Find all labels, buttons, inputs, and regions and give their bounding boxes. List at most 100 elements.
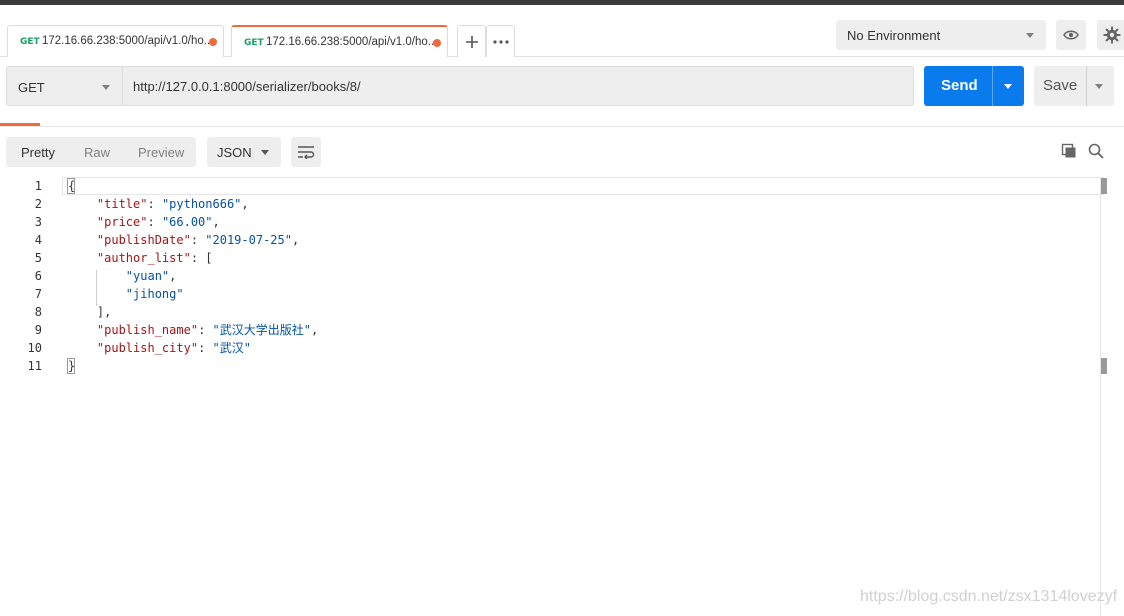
line-number: 1 [34, 179, 42, 193]
request-url-input[interactable]: http://127.0.0.1:8000/serializer/books/8… [122, 66, 914, 106]
more-tabs-button[interactable] [486, 25, 515, 57]
json-key: "author_list" [96, 251, 191, 265]
settings-button[interactable] [1097, 20, 1124, 50]
http-method-select[interactable]: GET [6, 66, 123, 106]
editor-scrollbar[interactable] [1100, 177, 1112, 616]
json-punctuation [68, 269, 126, 283]
gear-icon [1103, 26, 1121, 44]
json-string: "jihong" [125, 287, 184, 301]
environment-select[interactable]: No Environment [836, 20, 1046, 50]
line-number: 5 [34, 251, 42, 265]
code-line: 1{ [0, 177, 1100, 195]
json-punctuation: , [310, 323, 319, 337]
json-punctuation [68, 341, 97, 355]
unsaved-dot-icon [209, 38, 217, 46]
response-view-tabs: Pretty Raw Preview [6, 137, 196, 167]
line-number: 4 [34, 233, 42, 247]
code-line: 9 "publish_name": "武汉大学出版社", [0, 321, 1100, 339]
json-key: "publish_name" [96, 323, 199, 337]
send-label: Send [941, 77, 978, 94]
active-section-indicator [0, 123, 40, 126]
json-string: "2019-07-25" [205, 233, 292, 247]
json-string: "武汉大学出版社" [212, 323, 311, 337]
tab-url-label: 172.16.66.238:5000/api/v1.0/ho... [42, 35, 214, 47]
json-string: "yuan" [125, 269, 170, 283]
code-text: { [68, 177, 75, 195]
line-number: 3 [34, 215, 42, 229]
json-string: "武汉" [212, 341, 251, 355]
code-text: "publish_city": "武汉" [68, 339, 251, 357]
scrollbar-marker-bottom [1101, 358, 1107, 374]
json-string: "python666" [161, 197, 242, 211]
send-button[interactable]: Send [924, 66, 1024, 106]
environment-label: No Environment [847, 28, 941, 43]
line-number: 9 [34, 323, 42, 337]
save-button[interactable]: Save [1034, 66, 1114, 106]
http-method-label: GET [18, 80, 45, 95]
wrap-lines-icon [298, 146, 315, 159]
tab-raw[interactable]: Raw [84, 145, 110, 160]
json-key: "publish_city" [96, 341, 199, 355]
json-punctuation: , [291, 233, 300, 247]
json-punctuation: , [212, 215, 220, 229]
line-number: 6 [34, 269, 42, 283]
request-tab-1[interactable]: GET 172.16.66.238:5000/api/v1.0/ho... [7, 25, 224, 57]
code-text: ], [68, 303, 111, 321]
wrap-lines-button[interactable] [291, 137, 321, 167]
json-punctuation: } [68, 359, 76, 373]
json-punctuation: , [241, 197, 249, 211]
chevron-down-icon [1026, 33, 1034, 38]
watermark: https://blog.csdn.net/zsx1314lovezyf [860, 588, 1118, 605]
code-line: 2 "title": "python666", [0, 195, 1100, 213]
send-options-chevron-icon[interactable] [1004, 84, 1012, 89]
code-line: 3 "price": "66.00", [0, 213, 1100, 231]
tab-preview[interactable]: Preview [138, 145, 184, 160]
json-punctuation: , [169, 269, 177, 283]
save-label: Save [1043, 77, 1078, 94]
tab-method-label: GET [244, 38, 264, 48]
tab-url-label: 172.16.66.238:5000/api/v1.0/ho... [266, 36, 438, 48]
line-number: 10 [27, 341, 42, 355]
send-divider [992, 66, 993, 106]
eye-icon [1063, 30, 1079, 40]
json-key: "publishDate" [96, 233, 191, 247]
json-punctuation: ], [68, 305, 112, 319]
line-number: 11 [27, 359, 42, 373]
request-tab-2[interactable]: GET 172.16.66.238:5000/api/v1.0/ho... [231, 25, 448, 57]
code-line: 11} [0, 357, 1100, 375]
line-number: 2 [34, 197, 42, 211]
request-bar: GET http://127.0.0.1:8000/serializer/boo… [0, 57, 1124, 127]
tab-pretty[interactable]: Pretty [21, 145, 55, 160]
chevron-down-icon [261, 150, 269, 155]
json-punctuation: : [147, 197, 162, 211]
code-text: "author_list": [ [68, 249, 213, 267]
json-punctuation: : [198, 341, 213, 355]
json-string: "66.00" [161, 215, 213, 229]
more-dots-icon [492, 39, 509, 44]
new-tab-button[interactable] [457, 25, 486, 57]
json-punctuation [68, 233, 97, 247]
request-tabs-bar: GET 172.16.66.238:5000/api/v1.0/ho... GE… [0, 5, 1124, 57]
response-toolbar: Pretty Raw Preview JSON [0, 127, 1124, 175]
code-line: 8 ], [0, 303, 1100, 321]
line-number: 8 [34, 305, 42, 319]
save-options-chevron-icon[interactable] [1095, 84, 1103, 89]
code-line: 4 "publishDate": "2019-07-25", [0, 231, 1100, 249]
copy-icon[interactable] [1061, 143, 1077, 159]
json-punctuation [68, 287, 126, 301]
json-punctuation [68, 197, 97, 211]
json-punctuation [68, 251, 97, 265]
code-text: "jihong" [68, 285, 184, 303]
json-key: "title" [96, 197, 148, 211]
json-key: "price" [96, 215, 148, 229]
search-icon[interactable] [1088, 143, 1104, 159]
json-punctuation: : [ [190, 251, 213, 265]
chevron-down-icon [102, 85, 110, 90]
json-punctuation: : [190, 233, 206, 247]
code-text: "yuan", [68, 267, 177, 285]
save-divider [1086, 66, 1087, 106]
line-number: 7 [34, 287, 42, 301]
code-line: 6 "yuan", [0, 267, 1100, 285]
environment-quick-look-button[interactable] [1056, 20, 1086, 50]
response-format-select[interactable]: JSON [207, 137, 281, 167]
